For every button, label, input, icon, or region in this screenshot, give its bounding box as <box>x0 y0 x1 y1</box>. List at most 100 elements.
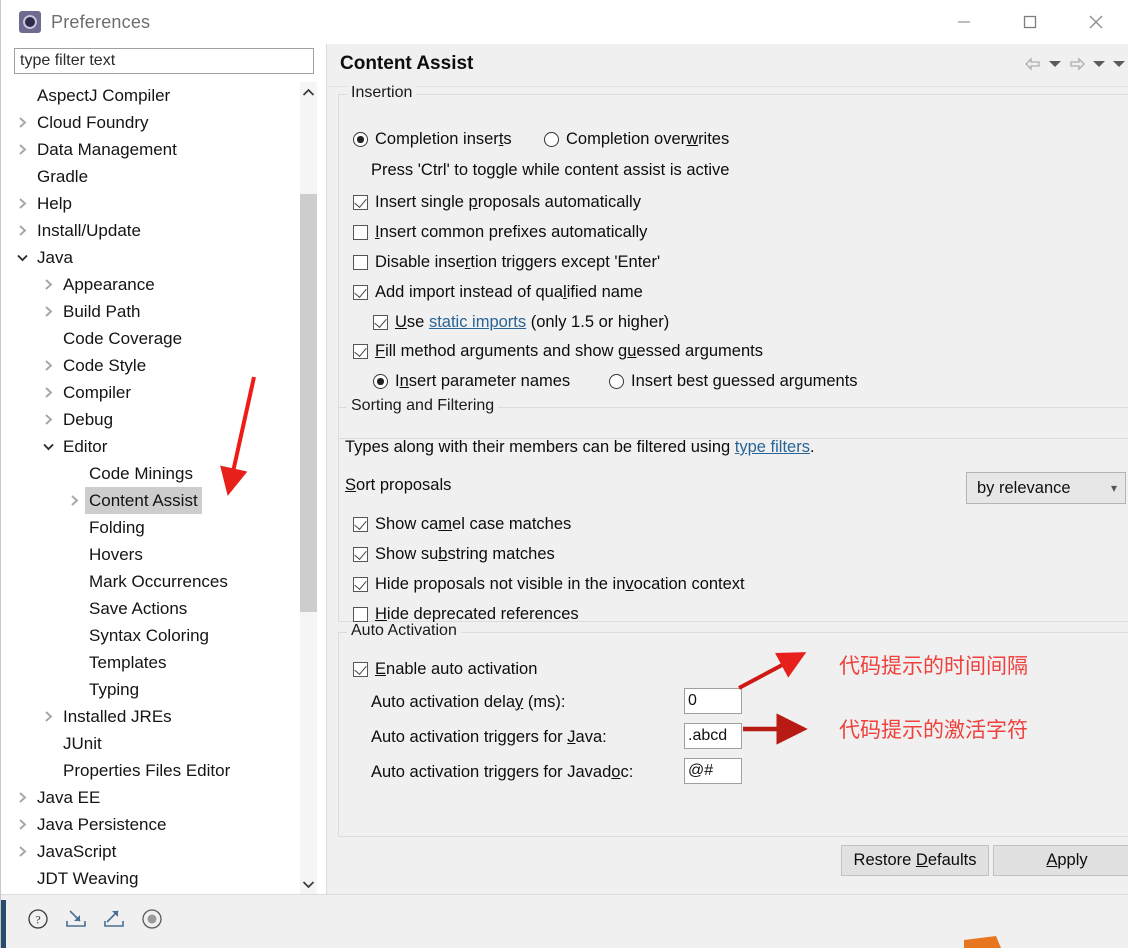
tree-item[interactable]: Help <box>1 190 327 217</box>
forward-arrow-icon[interactable] <box>1065 52 1089 76</box>
scroll-down-icon[interactable] <box>300 874 317 894</box>
footer-icon-bar: ? <box>26 907 164 931</box>
checkbox-insert-single-proposals[interactable]: Insert single proposals automatically <box>353 193 641 212</box>
checkbox-show-camel-case[interactable]: Show camel case matches <box>353 515 571 534</box>
content-assist-page: Content Assist Insertion Completion inse… <box>327 44 1128 894</box>
preferences-gear-icon <box>19 11 41 33</box>
chevron-right-icon[interactable] <box>11 143 33 156</box>
tree-item[interactable]: AspectJ Compiler <box>1 82 327 109</box>
minimize-icon[interactable] <box>931 0 997 44</box>
tree-item[interactable]: Appearance <box>1 271 327 298</box>
sort-proposals-select[interactable]: by relevance ▾ <box>966 472 1126 504</box>
tree-item[interactable]: Code Coverage <box>1 325 327 352</box>
help-icon[interactable]: ? <box>26 907 50 931</box>
type-filters-link[interactable]: type filters <box>735 438 810 457</box>
filter-input[interactable] <box>14 48 314 74</box>
maximize-icon[interactable] <box>997 0 1063 44</box>
tree-item[interactable]: Data Management <box>1 136 327 163</box>
tree-item-label: JavaScript <box>37 842 117 861</box>
import-icon[interactable] <box>64 907 88 931</box>
tree-item-label: Code Style <box>63 356 147 375</box>
chevron-right-icon[interactable] <box>37 386 59 399</box>
tree-item[interactable]: JavaScript <box>1 838 327 865</box>
tree-item[interactable]: Install/Update <box>1 217 327 244</box>
restore-defaults-button[interactable]: Restore Defaults <box>841 845 989 876</box>
checkbox-show-substring[interactable]: Show substring matches <box>353 545 555 564</box>
checkbox-indicator <box>353 195 368 210</box>
static-imports-link[interactable]: static imports <box>429 313 526 331</box>
tree-item[interactable]: Build Path <box>1 298 327 325</box>
scroll-up-icon[interactable] <box>300 82 317 102</box>
export-icon[interactable] <box>102 907 126 931</box>
footer-accent-bar <box>1 900 6 948</box>
checkbox-insert-common-prefixes[interactable]: Insert common prefixes automatically <box>353 223 647 242</box>
chevron-down-icon[interactable] <box>11 253 33 262</box>
checkbox-add-import[interactable]: Add import instead of qualified name <box>353 283 643 302</box>
tree-item[interactable]: Mark Occurrences <box>1 568 327 595</box>
tree-item[interactable]: Syntax Coloring <box>1 622 327 649</box>
auto-activation-java-input[interactable] <box>684 723 742 749</box>
tree-scroll-thumb[interactable] <box>300 194 317 612</box>
tree-item[interactable]: Save Actions <box>1 595 327 622</box>
checkbox-enable-auto-activation[interactable]: Enable auto activation <box>353 660 537 679</box>
tree-item[interactable]: Compiler <box>1 379 327 406</box>
checkbox-indicator <box>353 225 368 240</box>
tree-item[interactable]: Debug <box>1 406 327 433</box>
tree-item[interactable]: Hovers <box>1 541 327 568</box>
auto-activation-delay-input[interactable] <box>684 688 742 714</box>
annotation-delay-text: 代码提示的时间间隔 <box>839 654 1028 678</box>
page-title: Content Assist <box>340 53 474 74</box>
tree-item[interactable]: Code Style <box>1 352 327 379</box>
auto-activation-javadoc-input[interactable] <box>684 758 742 784</box>
tree-item[interactable]: Installed JREs <box>1 703 327 730</box>
radio-label: Completion inserts <box>375 130 512 148</box>
radio-insert-parameter-names[interactable]: Insert parameter names <box>373 372 570 391</box>
tree-item[interactable]: JUnit <box>1 730 327 757</box>
tree-item[interactable]: Cloud Foundry <box>1 109 327 136</box>
back-arrow-icon[interactable] <box>1021 52 1045 76</box>
tree-item[interactable]: Content Assist <box>1 487 327 514</box>
chevron-right-icon[interactable] <box>11 224 33 237</box>
preferences-tree[interactable]: AspectJ Compiler Cloud Foundry Data Manage… <box>1 82 327 894</box>
chevron-right-icon[interactable] <box>37 710 59 723</box>
chevron-right-icon[interactable] <box>37 305 59 318</box>
chevron-right-icon[interactable] <box>11 845 33 858</box>
tree-item[interactable]: Templates <box>1 649 327 676</box>
apply-button[interactable]: Apply <box>993 845 1128 876</box>
tree-item-label: Help <box>37 194 72 213</box>
close-icon[interactable] <box>1063 0 1128 44</box>
checkbox-use-static-imports[interactable]: Use static imports (only 1.5 or higher) <box>373 313 669 332</box>
tree-item[interactable]: Java EE <box>1 784 327 811</box>
chevron-right-icon[interactable] <box>37 278 59 291</box>
radio-completion-inserts[interactable]: Completion inserts <box>353 130 512 149</box>
chevron-right-icon[interactable] <box>11 791 33 804</box>
chevron-down-icon[interactable] <box>37 442 59 451</box>
tree-item[interactable]: Properties Files Editor <box>1 757 327 784</box>
overflow-menu-chevron-down-icon[interactable] <box>1109 52 1128 76</box>
chevron-right-icon[interactable] <box>11 116 33 129</box>
chevron-right-icon[interactable] <box>11 818 33 831</box>
checkbox-disable-insertion-triggers[interactable]: Disable insertion triggers except 'Enter… <box>353 253 660 272</box>
radio-insert-best-guessed[interactable]: Insert best guessed arguments <box>609 372 858 391</box>
tree-item[interactable]: Editor <box>1 433 327 460</box>
checkbox-indicator <box>353 285 368 300</box>
tree-item[interactable]: Code Minings <box>1 460 327 487</box>
back-menu-chevron-down-icon[interactable] <box>1045 52 1065 76</box>
tree-item[interactable]: Folding <box>1 514 327 541</box>
chevron-right-icon[interactable] <box>11 197 33 210</box>
radio-completion-overwrites[interactable]: Completion overwrites <box>544 130 729 149</box>
checkbox-fill-method-arguments[interactable]: Fill method arguments and show guessed a… <box>353 342 763 361</box>
chevron-right-icon[interactable] <box>63 494 85 507</box>
chevron-right-icon[interactable] <box>37 413 59 426</box>
tree-item[interactable]: Gradle <box>1 163 327 190</box>
tree-item[interactable]: Java Persistence <box>1 811 327 838</box>
sorting-filtering-group: Sorting and Filtering Types along with t… <box>338 397 1128 623</box>
chevron-right-icon[interactable] <box>37 359 59 372</box>
checkbox-hide-proposals-not-visible[interactable]: Hide proposals not visible in the invoca… <box>353 575 745 594</box>
tree-item[interactable]: JDT Weaving <box>1 865 327 892</box>
tree-item[interactable]: Typing <box>1 676 327 703</box>
tree-item[interactable]: Java <box>1 244 327 271</box>
tree-scrollbar[interactable] <box>300 82 317 894</box>
target-icon[interactable] <box>140 907 164 931</box>
forward-menu-chevron-down-icon[interactable] <box>1089 52 1109 76</box>
